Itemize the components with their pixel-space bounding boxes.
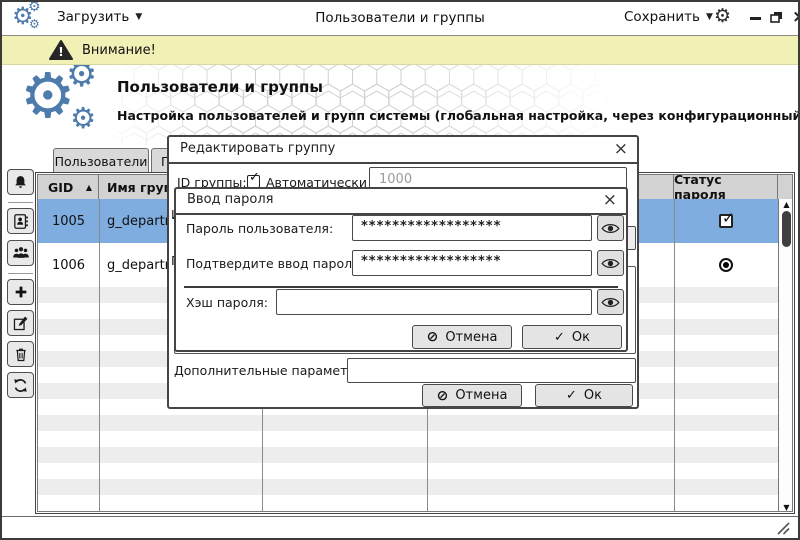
tab-users[interactable]: Пользователи: [53, 148, 149, 173]
resize-grip[interactable]: [775, 521, 790, 535]
app-window: ⚙ ⚙ ⚙ Загрузить ▼ Пользователи и группы …: [0, 0, 800, 540]
save-menu-button[interactable]: Сохранить ▼: [624, 9, 713, 25]
column-header-gid[interactable]: GID ▲: [38, 175, 99, 199]
ok-check-icon: ✓: [566, 388, 577, 403]
add-button[interactable]: [7, 279, 34, 305]
eye-icon: [601, 258, 620, 268]
dialog-separator: [184, 286, 618, 288]
warning-banner: ! Внимание!: [2, 36, 798, 65]
password-entry-dialog: Ввод пароля × Пароль пользователя: *****…: [174, 187, 628, 352]
radio-selected-icon[interactable]: [719, 258, 733, 272]
vertical-scrollbar[interactable]: ▲ ▼: [778, 199, 792, 511]
cell-gid: 1006: [51, 257, 86, 273]
close-icon[interactable]: ×: [603, 189, 617, 211]
extra-params-label: Дополнительные параметры:: [174, 363, 370, 378]
cell-password-status: ✓: [674, 199, 778, 243]
cancel-label: Отмена: [445, 329, 498, 345]
minimize-icon[interactable]: [750, 16, 761, 20]
window-controls: ×: [750, 9, 798, 26]
cell-password-status: [674, 243, 778, 287]
refresh-button[interactable]: [7, 372, 34, 398]
chevron-down-icon: ▼: [135, 12, 143, 22]
column-header-filler: [778, 175, 792, 199]
cell-gid: 1005: [51, 213, 86, 229]
eye-icon: [601, 223, 620, 233]
settings-gear-icon[interactable]: ⚙: [714, 5, 731, 27]
svg-text:!: !: [58, 45, 63, 59]
tab-users-label: Пользователи: [54, 153, 148, 169]
page-subtitle: Настройка пользователей и групп системы …: [117, 108, 798, 123]
close-icon[interactable]: ×: [614, 138, 628, 160]
edit-group-dialog-titlebar[interactable]: Редактировать группу ×: [169, 137, 637, 164]
password-ok-button[interactable]: ✓ Ок: [522, 325, 622, 349]
show-confirm-password-button[interactable]: [597, 250, 624, 276]
user-password-label: Пароль пользователя:: [186, 221, 334, 236]
honeycomb-fade: [110, 65, 640, 145]
chevron-down-icon: ▼: [705, 12, 713, 22]
plus-icon: [15, 286, 26, 298]
toolbar-separator: [8, 273, 33, 274]
edit-group-dialog-title: Редактировать группу: [180, 141, 336, 156]
users-groups-gears-icon: ⚙ ⚙ ⚙: [20, 65, 98, 135]
load-menu-button[interactable]: Загрузить ▼: [57, 9, 142, 25]
user-password-input[interactable]: ******************: [352, 215, 592, 241]
bell-icon: [15, 175, 26, 188]
password-dialog-titlebar[interactable]: Ввод пароля ×: [176, 189, 626, 215]
sort-ascending-icon: ▲: [85, 182, 92, 192]
close-window-icon[interactable]: ×: [792, 9, 798, 26]
eye-icon: [601, 297, 620, 307]
address-book-button[interactable]: [7, 208, 34, 234]
trash-icon: [15, 348, 26, 361]
cancel-icon: ⊘: [426, 329, 439, 345]
ok-label: Ок: [583, 388, 602, 403]
delete-button[interactable]: [7, 341, 34, 367]
restore-window-icon[interactable]: [770, 11, 783, 23]
ok-label: Ок: [571, 329, 590, 345]
scrollbar-thumb[interactable]: [782, 211, 791, 247]
password-hash-input[interactable]: [276, 289, 592, 315]
save-menu-label: Сохранить: [624, 9, 700, 25]
app-logo-gears-icon: ⚙ ⚙ ⚙: [12, 0, 41, 31]
groups-button[interactable]: [7, 240, 34, 266]
edit-button[interactable]: [7, 310, 34, 336]
show-password-button[interactable]: [597, 215, 624, 241]
password-hash-label: Хэш пароля:: [186, 295, 268, 310]
notifications-button[interactable]: [7, 169, 34, 195]
cancel-icon: ⊘: [436, 387, 449, 404]
column-header-password-status[interactable]: Статус пароля: [674, 175, 778, 202]
edit-pencil-icon: [13, 316, 28, 330]
confirm-password-label: Подтвердите ввод пароля:: [186, 256, 364, 271]
checkbox-checked-icon[interactable]: ✓: [719, 209, 735, 228]
cancel-label: Отмена: [455, 388, 508, 403]
confirm-password-input[interactable]: ******************: [352, 250, 592, 276]
titlebar: ⚙ ⚙ ⚙ Загрузить ▼ Пользователи и группы …: [2, 2, 798, 36]
ok-check-icon: ✓: [554, 329, 565, 345]
refresh-icon: [14, 378, 27, 392]
people-group-icon: [12, 247, 29, 258]
status-bar: [2, 516, 798, 538]
edit-group-cancel-button[interactable]: ⊘ Отмена: [422, 384, 522, 407]
address-book-icon: [14, 213, 28, 229]
warning-triangle-icon: !: [49, 40, 73, 60]
page-header: ⚙ ⚙ ⚙ Пользователи и группы Настройка по…: [2, 65, 798, 145]
edit-group-ok-button[interactable]: ✓ Ок: [535, 384, 633, 407]
password-dialog-title: Ввод пароля: [187, 192, 274, 207]
scroll-down-icon[interactable]: ▼: [779, 503, 792, 511]
load-menu-label: Загрузить: [57, 9, 130, 25]
page-title: Пользователи и группы: [117, 78, 323, 96]
warning-text: Внимание!: [82, 43, 156, 58]
extra-params-input[interactable]: [347, 358, 636, 383]
toolbar-separator: [8, 202, 33, 203]
show-hash-button[interactable]: [597, 289, 624, 315]
password-cancel-button[interactable]: ⊘ Отмена: [412, 325, 512, 349]
scroll-up-icon[interactable]: ▲: [779, 200, 792, 209]
